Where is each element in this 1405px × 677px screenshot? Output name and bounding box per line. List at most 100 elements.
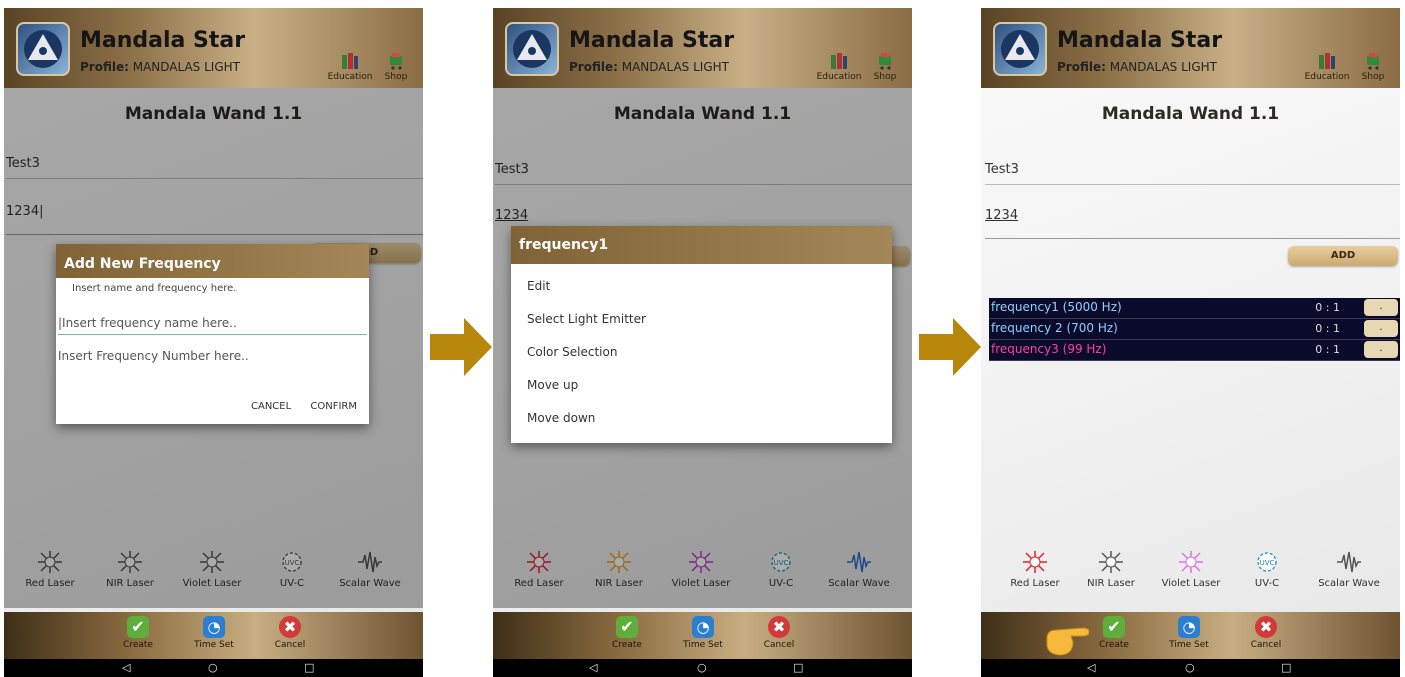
- cart-icon: [390, 53, 402, 70]
- starburst-icon: [1099, 551, 1123, 573]
- footer-bar: ✔ Create ◔ Time Set ✖ Cancel: [493, 612, 912, 659]
- recent-nav-icon[interactable]: □: [1281, 661, 1291, 674]
- cart-icon: [879, 53, 891, 70]
- timer-icon: ◔: [203, 616, 225, 638]
- add-frequency-dialog: Add New Frequency Insert name and freque…: [56, 244, 369, 424]
- time-set-button[interactable]: ◔ Time Set: [1159, 616, 1219, 650]
- recent-nav-icon[interactable]: □: [304, 661, 314, 674]
- frequency-number-input[interactable]: Insert Frequency Number here..: [58, 349, 367, 367]
- android-nav-bar: ◁ ○ □: [493, 659, 912, 677]
- emitter-nir-laser[interactable]: NIR Laser: [1071, 550, 1151, 589]
- frequency-ratio: 0 : 1: [1315, 301, 1340, 314]
- back-nav-icon[interactable]: ◁: [589, 661, 597, 674]
- list-item[interactable]: frequency 2 (700 Hz) 0 : 1 .: [989, 319, 1400, 340]
- list-item[interactable]: frequency3 (99 Hz) 0 : 1 .: [989, 340, 1400, 361]
- emitter-scalar-wave[interactable]: Scalar Wave: [1309, 550, 1389, 589]
- app-title: Mandala Star: [1057, 28, 1223, 53]
- android-nav-bar: ◁ ○ □: [4, 659, 423, 677]
- screen-context-menu: Mandala Star Profile: MANDALAS LIGHT Edu…: [493, 8, 912, 677]
- recent-nav-icon[interactable]: □: [793, 661, 803, 674]
- app-logo: [505, 22, 559, 76]
- app-header: Mandala Star Profile: MANDALAS LIGHT Edu…: [4, 8, 423, 88]
- check-icon: ✔: [1103, 616, 1125, 638]
- home-nav-icon[interactable]: ○: [1185, 661, 1195, 674]
- profile-label: Profile: MANDALAS LIGHT: [80, 60, 240, 74]
- frequency-ratio: 0 : 1: [1315, 343, 1340, 356]
- back-nav-icon[interactable]: ◁: [1087, 661, 1095, 674]
- app-header: Mandala Star Profile: MANDALAS LIGHT Edu…: [493, 8, 912, 88]
- menu-item-select-light-emitter[interactable]: Select Light Emitter: [511, 303, 892, 336]
- books-icon: [1319, 53, 1335, 69]
- frequency-set-name-field[interactable]: Test3: [985, 162, 1400, 185]
- frequency-ratio: 0 : 1: [1315, 322, 1340, 335]
- shop-button[interactable]: Shop: [369, 52, 423, 82]
- svg-text:UVC: UVC: [1260, 559, 1275, 567]
- list-item[interactable]: frequency1 (5000 Hz) 0 : 1 .: [989, 298, 1400, 319]
- time-set-button[interactable]: ◔ Time Set: [673, 616, 733, 650]
- starburst-icon: [1023, 551, 1047, 573]
- dialog-confirm-button[interactable]: CONFIRM: [310, 401, 357, 412]
- frequency-name-input[interactable]: |Insert frequency name here..: [58, 316, 367, 335]
- check-icon: ✔: [616, 616, 638, 638]
- timer-icon: ◔: [1178, 616, 1200, 638]
- menu-title: frequency1: [511, 226, 892, 264]
- cart-icon: [1367, 53, 1379, 70]
- right-arrow-icon: [919, 318, 981, 376]
- time-set-button[interactable]: ◔ Time Set: [184, 616, 244, 650]
- cancel-button[interactable]: ✖ Cancel: [260, 616, 320, 650]
- wave-icon: [1337, 551, 1361, 573]
- dialog-title: Add New Frequency: [56, 244, 369, 278]
- screen-frequency-list: Mandala Star Profile: MANDALAS LIGHT Edu…: [981, 8, 1400, 677]
- frequency-options-button[interactable]: .: [1364, 299, 1398, 316]
- menu-item-move-up[interactable]: Move up: [511, 369, 892, 402]
- books-icon: [342, 53, 358, 69]
- frequency-options-button[interactable]: .: [1364, 341, 1398, 358]
- app-title: Mandala Star: [569, 28, 735, 53]
- cancel-button[interactable]: ✖ Cancel: [749, 616, 809, 650]
- dialog-hint: Insert name and frequency here.: [72, 283, 237, 294]
- frequency-name: frequency3 (99 Hz): [991, 342, 1107, 356]
- close-icon: ✖: [279, 616, 301, 638]
- uvc-icon: UVC: [1257, 552, 1277, 572]
- footer-bar: ✔ Create ◔ Time Set ✖ Cancel: [4, 612, 423, 659]
- pointing-hand-icon: [1046, 627, 1090, 656]
- app-header: Mandala Star Profile: MANDALAS LIGHT Edu…: [981, 8, 1400, 88]
- android-nav-bar: ◁ ○ □: [981, 659, 1400, 677]
- frequency-context-menu: frequency1 Edit Select Light Emitter Col…: [511, 226, 892, 443]
- app-logo: [993, 22, 1047, 76]
- emitter-violet-laser[interactable]: Violet Laser: [1151, 550, 1231, 589]
- shop-button[interactable]: Shop: [858, 52, 912, 82]
- menu-item-edit[interactable]: Edit: [511, 270, 892, 303]
- emitter-uv-c[interactable]: UVC UV-C: [1227, 550, 1307, 589]
- frequency-name: frequency 2 (700 Hz): [991, 321, 1118, 335]
- frequency-set-number-field[interactable]: 1234: [985, 208, 1400, 239]
- create-button[interactable]: ✔ Create: [1084, 616, 1144, 650]
- emitter-bar: Red Laser NIR Laser Violet Laser UVC UV-C…: [981, 550, 1400, 600]
- close-icon: ✖: [1255, 616, 1277, 638]
- timer-icon: ◔: [692, 616, 714, 638]
- back-nav-icon[interactable]: ◁: [122, 661, 130, 674]
- dialog-cancel-button[interactable]: CANCEL: [251, 401, 291, 412]
- check-icon: ✔: [127, 616, 149, 638]
- cancel-button[interactable]: ✖ Cancel: [1236, 616, 1296, 650]
- frequency-options-button[interactable]: .: [1364, 320, 1398, 337]
- profile-label: Profile: MANDALAS LIGHT: [569, 60, 729, 74]
- right-arrow-icon: [430, 318, 492, 376]
- shop-button[interactable]: Shop: [1346, 52, 1400, 82]
- page-title: Mandala Wand 1.1: [1101, 104, 1280, 124]
- frequency-name: frequency1 (5000 Hz): [991, 300, 1122, 314]
- home-nav-icon[interactable]: ○: [208, 661, 218, 674]
- app-logo: [16, 22, 70, 76]
- add-button[interactable]: ADD: [1288, 246, 1398, 266]
- frequency-list: frequency1 (5000 Hz) 0 : 1 . frequency 2…: [989, 298, 1400, 361]
- footer-bar: ✔ Create ◔ Time Set ✖ Cancel: [981, 612, 1400, 659]
- create-button[interactable]: ✔ Create: [597, 616, 657, 650]
- menu-item-move-down[interactable]: Move down: [511, 402, 892, 435]
- home-nav-icon[interactable]: ○: [697, 661, 707, 674]
- app-title: Mandala Star: [80, 28, 246, 53]
- close-icon: ✖: [768, 616, 790, 638]
- create-button[interactable]: ✔ Create: [108, 616, 168, 650]
- menu-item-color-selection[interactable]: Color Selection: [511, 336, 892, 369]
- emitter-red-laser[interactable]: Red Laser: [995, 550, 1075, 589]
- screen-add-frequency: Mandala Star Profile: MANDALAS LIGHT Edu…: [4, 8, 423, 677]
